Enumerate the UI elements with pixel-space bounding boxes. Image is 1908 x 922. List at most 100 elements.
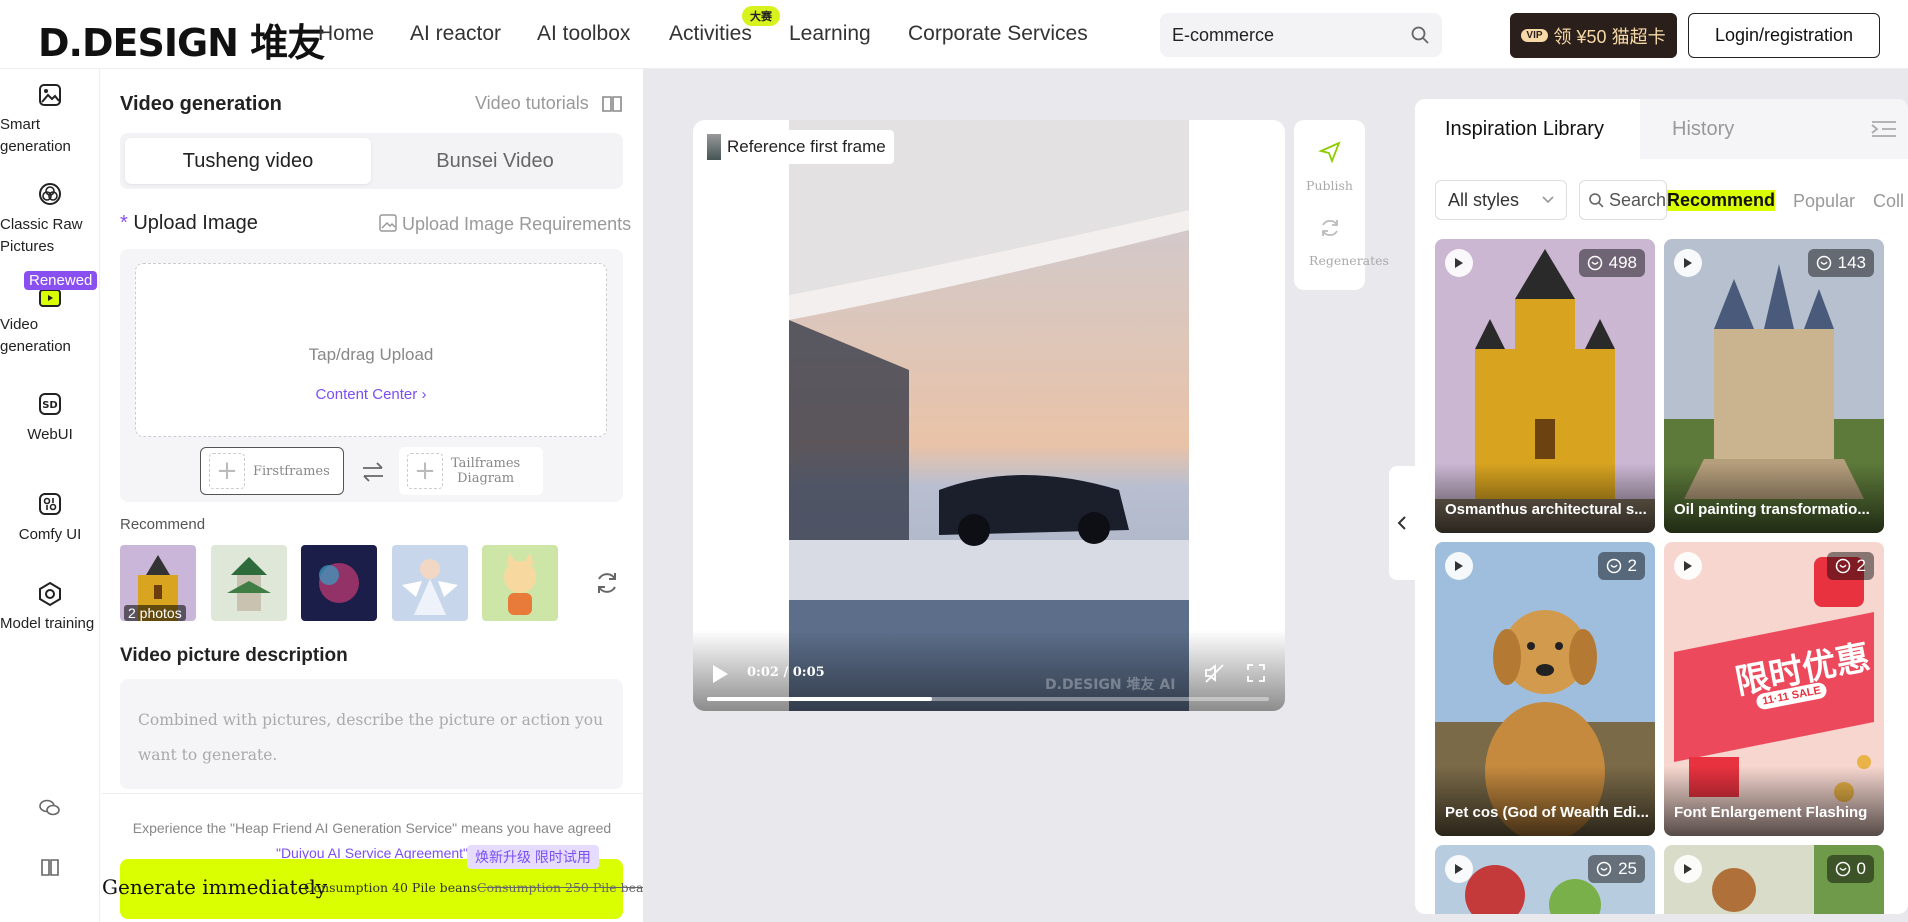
nav-ai-toolbox[interactable]: AI toolbox: [537, 22, 630, 46]
recommend-thumb-4[interactable]: [392, 545, 468, 621]
inspiration-card-5[interactable]: 25: [1435, 845, 1655, 914]
content-center-link[interactable]: Content Center ›: [136, 386, 606, 403]
nav-ai-reactor[interactable]: AI reactor: [410, 22, 501, 46]
rail-smart-generation[interactable]: Smart generation: [0, 114, 100, 158]
plus-icon: +: [407, 453, 443, 489]
play-icon[interactable]: [1674, 855, 1702, 883]
tab-bunsei-video[interactable]: Bunsei Video: [372, 138, 618, 184]
recommend-thumb-5[interactable]: [482, 545, 558, 621]
recommend-label: Recommend: [120, 516, 206, 533]
nav-corporate-services[interactable]: Corporate Services: [908, 22, 1088, 46]
site-logo[interactable]: D.DESIGN 堆友: [38, 12, 325, 67]
use-count-badge: 2: [1597, 552, 1645, 580]
upload-dropzone[interactable]: Tap/drag Upload Content Center ›: [135, 263, 607, 437]
play-icon[interactable]: [1445, 855, 1473, 883]
progress-track[interactable]: [707, 697, 1269, 701]
recommend-thumb-3[interactable]: [301, 545, 377, 621]
desc-title: Video picture description: [120, 645, 348, 666]
rail-classic-raw-pictures[interactable]: Classic Raw Pictures: [0, 214, 100, 258]
nav-activities[interactable]: Activities: [669, 22, 752, 46]
search-input[interactable]: [1160, 13, 1390, 57]
renewed-badge: Renewed: [24, 271, 98, 290]
book-icon[interactable]: [38, 855, 62, 879]
rail-comfy-ui[interactable]: Comfy UI: [0, 524, 100, 546]
publish-label[interactable]: Publish: [1294, 178, 1365, 193]
top-nav: D.DESIGN 堆友 Home AI reactor AI toolbox A…: [0, 0, 1908, 69]
inspiration-card-4[interactable]: 限时优惠 11·11 SALE 2 Font Enlargement Flash…: [1664, 542, 1884, 836]
rail-model-training[interactable]: Model training: [0, 613, 100, 635]
card-title: Oil painting transformatio...: [1664, 463, 1884, 533]
mute-icon[interactable]: [1203, 662, 1225, 684]
search-icon[interactable]: [1410, 25, 1430, 45]
play-icon[interactable]: [1445, 552, 1473, 580]
inspiration-card-6[interactable]: 0: [1664, 845, 1884, 914]
wechat-icon[interactable]: [38, 796, 62, 820]
regenerate-icon[interactable]: [1318, 216, 1342, 240]
aperture-icon: [39, 183, 61, 205]
upload-requirements-link[interactable]: Upload Image Requirements: [402, 214, 631, 235]
tail-frame-slot[interactable]: + Tailframes Diagram: [399, 447, 543, 495]
video-player[interactable]: Reference first frame 0:02 / 0:05 D.DESI…: [693, 120, 1285, 711]
video-time: 0:02 / 0:05: [747, 665, 825, 680]
first-frame-slot[interactable]: + Firstframes: [200, 447, 344, 495]
play-icon[interactable]: [1445, 249, 1473, 277]
collapse-list-icon[interactable]: [1870, 119, 1898, 139]
inspiration-card-3[interactable]: 2 Pet cos (God of Wealth Edi...: [1435, 542, 1655, 836]
send-icon[interactable]: [1318, 140, 1342, 164]
login-button[interactable]: Login/registration: [1688, 13, 1880, 58]
rail-video-generation[interactable]: Video generation: [0, 314, 100, 358]
play-icon[interactable]: [1674, 249, 1702, 277]
tail-frames-line1: Tailframes: [451, 456, 521, 471]
vip-label: 领 ¥50 猫超卡: [1553, 26, 1666, 47]
nav-learning[interactable]: Learning: [789, 22, 871, 46]
fullscreen-icon[interactable]: [1245, 662, 1267, 684]
inspiration-card-2[interactable]: 143 Oil painting transformatio...: [1664, 239, 1884, 533]
cat-thumb-image: [482, 545, 558, 621]
promo-badge: 焕新升级 限时试用: [467, 845, 599, 869]
image-icon: [39, 84, 61, 106]
video-frame-image: [789, 120, 1189, 711]
settings-panel: Video generation Video tutorials Tusheng…: [101, 69, 658, 922]
pagoda-thumb-image: [211, 545, 287, 621]
tab-inspiration-library[interactable]: Inspiration Library: [1415, 99, 1640, 159]
top-search: [1160, 13, 1442, 57]
filter-recommend[interactable]: Recommend: [1667, 190, 1776, 211]
sd-icon: SD: [39, 393, 61, 415]
nav-home[interactable]: Home: [318, 22, 374, 46]
upload-title: Upload Image: [133, 212, 258, 234]
panel-title: Video generation: [120, 93, 282, 115]
tab-history[interactable]: History: [1640, 99, 1908, 159]
heart-icon: [1835, 558, 1850, 574]
rail-webui[interactable]: WebUI: [0, 424, 100, 446]
library-search[interactable]: Search: [1579, 180, 1667, 220]
tutorial-book-icon[interactable]: [601, 94, 623, 114]
style-select[interactable]: All styles: [1435, 180, 1567, 220]
use-count-badge: 0: [1826, 855, 1874, 883]
video-tutorials-link[interactable]: Video tutorials: [475, 93, 589, 114]
required-mark: *: [120, 212, 128, 234]
inspiration-card-1[interactable]: 498 Osmanthus architectural s...: [1435, 239, 1655, 533]
refresh-icon[interactable]: [593, 569, 621, 597]
comfy-icon: [39, 493, 61, 515]
chevron-down-icon: [1542, 196, 1554, 204]
use-count-badge: 498: [1578, 249, 1645, 277]
filter-collection[interactable]: Coll: [1873, 191, 1904, 212]
heart-icon: [1606, 558, 1621, 574]
generate-label: Generate immediately: [102, 875, 328, 899]
tail-frames-line2: Diagram: [457, 471, 515, 486]
model-training-icon: [39, 581, 61, 607]
tab-tusheng-video[interactable]: Tusheng video: [125, 138, 371, 184]
regenerate-label[interactable]: Regenerates: [1294, 253, 1404, 268]
play-icon[interactable]: [711, 664, 729, 684]
play-icon[interactable]: [1674, 552, 1702, 580]
description-textarea[interactable]: Combined with pictures, describe the pic…: [120, 679, 623, 789]
collapse-panel-button[interactable]: [1389, 466, 1415, 580]
swap-icon[interactable]: [360, 461, 386, 483]
filter-popular[interactable]: Popular: [1793, 191, 1855, 212]
recommend-thumb-1[interactable]: 2 photos: [120, 545, 196, 621]
recommend-thumb-2[interactable]: [211, 545, 287, 621]
vip-card-button[interactable]: VIP 领 ¥50 猫超卡: [1510, 13, 1677, 58]
video-watermark: D.DESIGN 堆友 AI: [1045, 677, 1176, 693]
activities-badge: 大赛: [742, 6, 780, 26]
use-count: 2: [1856, 556, 1866, 575]
